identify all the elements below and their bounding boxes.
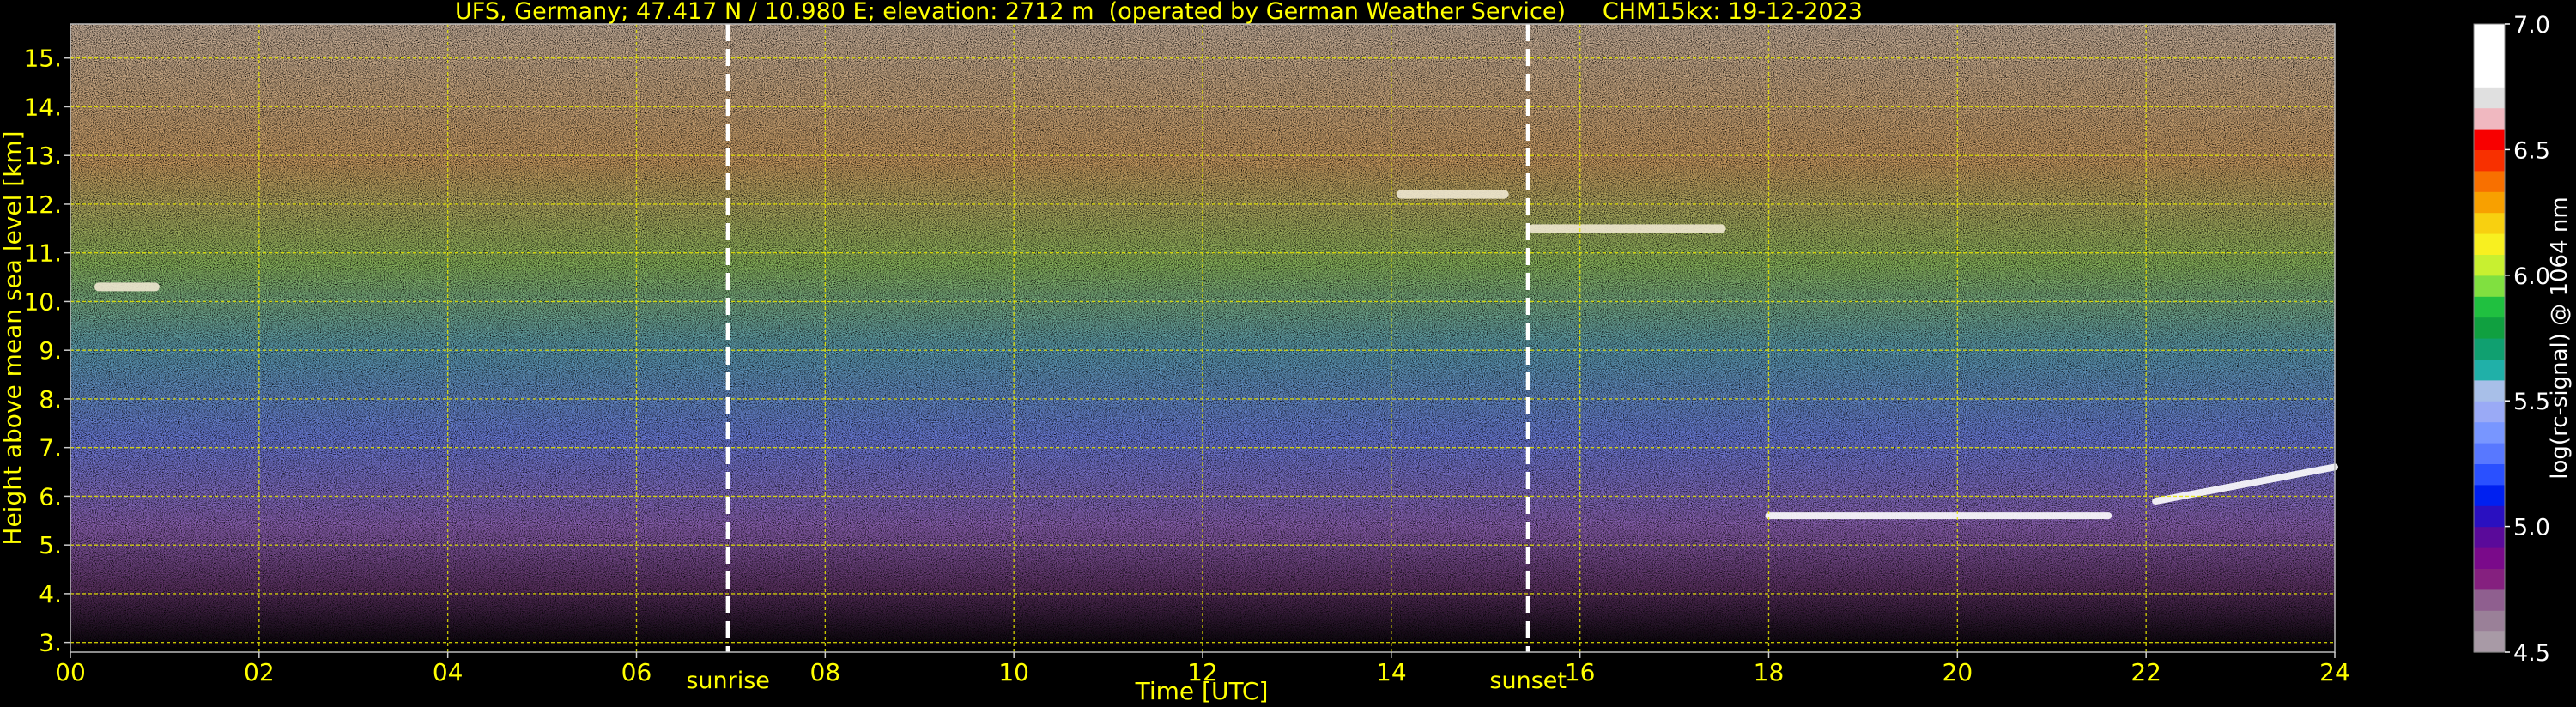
y-tick-label-9: 12. (23, 190, 62, 219)
y-tick-label-5: 8. (39, 385, 62, 414)
colorbar-tick-label-1: 5.0 (2513, 515, 2550, 541)
x-tick-label-1: 02 (244, 658, 275, 686)
colorbar-segment-9 (2474, 443, 2505, 464)
colorbar-segment-5 (2474, 526, 2505, 548)
x-tick-label-11: 22 (2131, 658, 2161, 686)
colorbar-segment-29 (2474, 24, 2505, 45)
colorbar-segment-26 (2474, 87, 2505, 109)
plot-area: sunrise sunset (70, 23, 2338, 694)
colorbar-segment-19 (2474, 233, 2505, 255)
y-tick-label-1: 4. (39, 580, 62, 608)
x-tick-label-3: 06 (621, 658, 652, 686)
colorbar-segment-7 (2474, 484, 2505, 506)
colorbar-segment-13 (2474, 359, 2505, 381)
y-axis: 3. 4. 5. 6. 7. 8. 9. 10. 11. 12. 13. 14. 15. (23, 45, 70, 657)
y-tick-label-6: 9. (39, 336, 62, 365)
y-tick-label-8: 11. (23, 239, 62, 268)
x-tick-label-10: 20 (1943, 658, 1973, 686)
x-tick-label-5: 10 (998, 658, 1029, 686)
colorbar-segment-12 (2474, 379, 2505, 402)
colorbar-segment-10 (2474, 421, 2505, 444)
y-tick-label-7: 10. (23, 287, 62, 316)
colorbar-tick-label-0: 4.5 (2513, 640, 2550, 667)
y-tick-label-12: 15. (23, 45, 62, 73)
colorbar-tick-label-4: 6.5 (2513, 137, 2550, 164)
colorbar-segment-22 (2474, 170, 2505, 192)
y-tick-label-2: 5. (39, 531, 62, 559)
x-axis-label: Time [UTC] (1135, 677, 1269, 705)
x-tick-label-9: 18 (1754, 658, 1785, 686)
x-tick-label-0: 00 (55, 658, 86, 686)
chart-title: UFS, Germany; 47.417 N / 10.980 E; eleva… (455, 0, 1863, 25)
colorbar-segment-24 (2474, 129, 2505, 150)
colorbar-tick-label-2: 5.5 (2513, 389, 2550, 415)
colorbar-segment-21 (2474, 191, 2505, 214)
colorbar-segment-17 (2474, 275, 2505, 297)
y-axis-label: Height above mean sea level [km] (0, 130, 27, 545)
colorbar-tick-label-3: 6.0 (2513, 263, 2550, 290)
colorbar-segment-3 (2474, 568, 2505, 590)
ceilometer-chart: sunrise sunset 00 02 04 06 08 10 12 14 16 18 20 22 24… (0, 0, 2573, 705)
x-tick-label-2: 04 (433, 658, 464, 686)
colorbar-segment-20 (2474, 212, 2505, 234)
colorbar-ticks: 4.5 5.0 5.5 6.0 6.5 7.0 (2505, 12, 2550, 667)
colorbar-segment-0 (2474, 631, 2505, 653)
y-tick-label-10: 13. (23, 142, 62, 170)
colorbar-segment-23 (2474, 149, 2505, 172)
x-tick-label-4: 08 (810, 658, 841, 686)
y-tick-label-0: 3. (39, 629, 62, 657)
x-tick-label-8: 16 (1565, 658, 1596, 686)
colorbar-segment-2 (2474, 589, 2505, 611)
colorbar-segment-28 (2474, 45, 2505, 67)
colorbar-segment-6 (2474, 505, 2505, 528)
y-tick-label-3: 6. (39, 482, 62, 511)
colorbar-label: log(rc-signal) @ 1064 nm (2547, 196, 2573, 479)
colorbar-segment-25 (2474, 107, 2505, 130)
colorbar-segment-8 (2474, 463, 2505, 486)
colorbar-segment-18 (2474, 254, 2505, 276)
y-tick-label-4: 7. (39, 434, 62, 462)
y-tick-label-11: 14. (23, 93, 62, 121)
colorbar-segment-1 (2474, 610, 2505, 632)
colorbar-segment-14 (2474, 338, 2505, 360)
colorbar-segment-27 (2474, 65, 2505, 88)
marker-label-sunrise: sunrise (686, 668, 770, 694)
colorbar-segment-15 (2474, 317, 2505, 339)
x-tick-label-7: 14 (1376, 658, 1407, 686)
x-tick-label-12: 24 (2319, 658, 2350, 686)
marker-label-sunset: sunset (1489, 668, 1567, 694)
colorbar-segment-11 (2474, 401, 2505, 423)
colorbar-segment-4 (2474, 547, 2505, 569)
colorbar (2473, 23, 2506, 653)
colorbar-segment-16 (2474, 296, 2505, 318)
colorbar-tick-label-5: 7.0 (2513, 12, 2550, 39)
